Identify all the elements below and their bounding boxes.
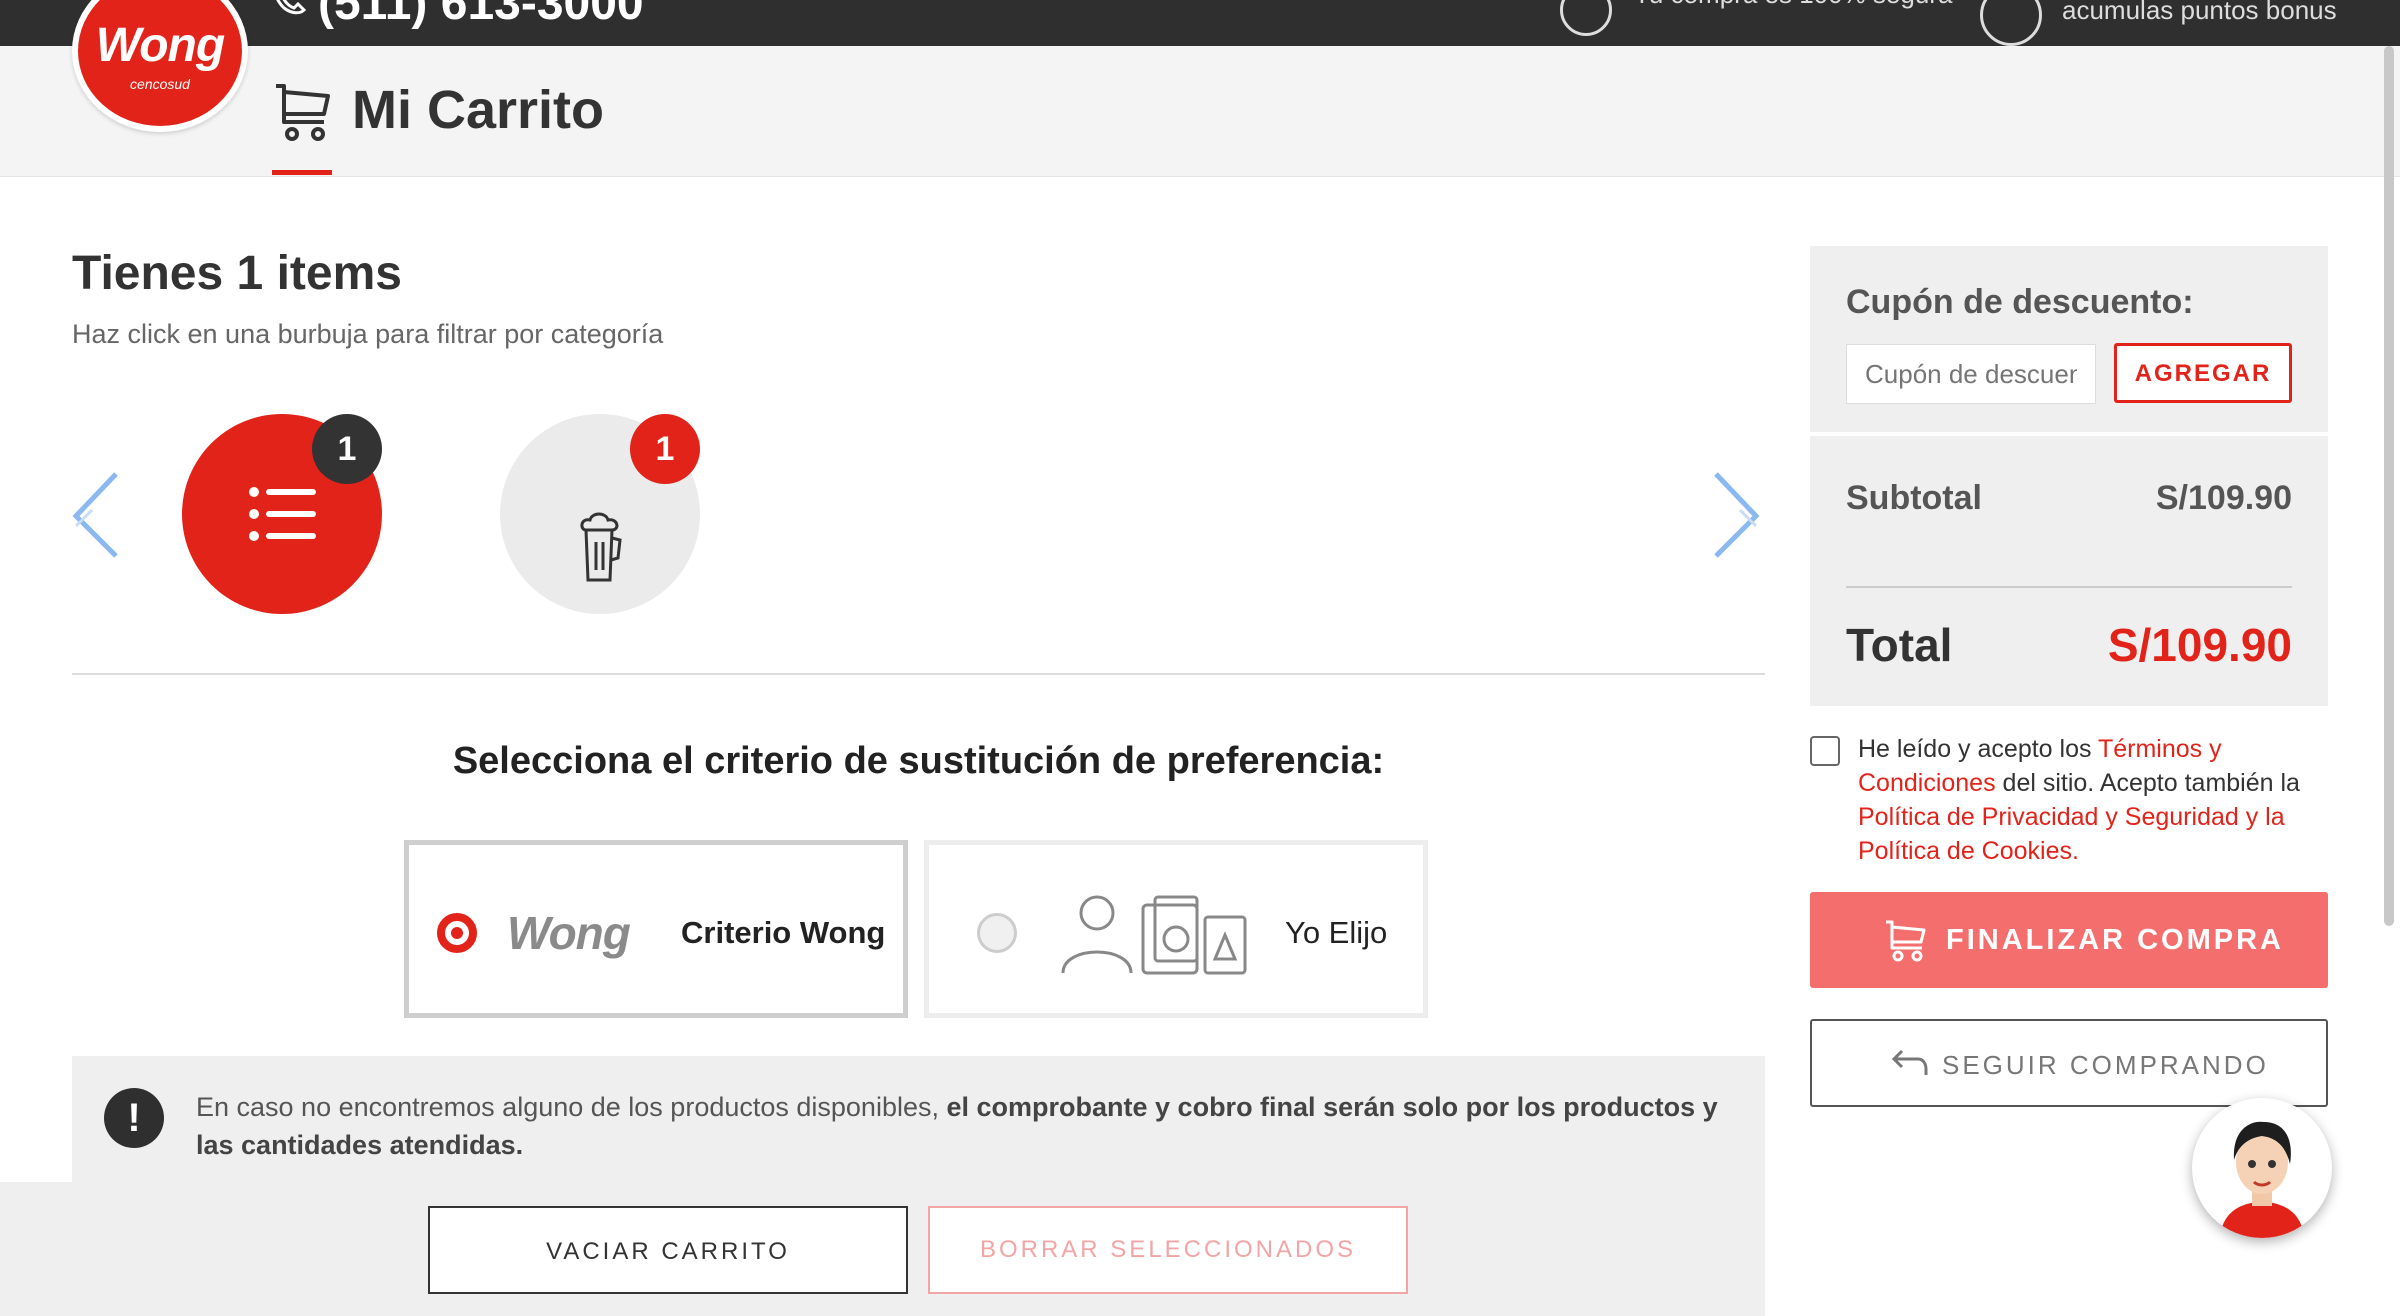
radio-unselected[interactable] [977,913,1017,953]
add-coupon-button[interactable]: AGREGAR [2114,343,2292,403]
bonus-points-text: acumulas puntos bonus [2062,0,2337,25]
exclamation-icon: ! [104,1088,164,1148]
top-bar: (511) 613-3000 Tu compra es 100% segura … [0,0,2400,46]
chat-assistant-avatar[interactable] [2192,1098,2332,1238]
terms-text: He leído y acepto los Términos y Condici… [1858,735,2300,865]
logo-brand: Wong [95,19,225,72]
substitution-option-wong[interactable]: Wong Criterio Wong [404,840,908,1018]
title-underline [272,170,332,175]
finish-purchase-button[interactable]: FINALIZAR COMPRA [1810,892,2328,988]
substitution-option-user[interactable]: Yo Elijo [924,840,1428,1018]
coupon-panel: Cupón de descuento: AGREGAR [1810,246,2328,432]
category-count-badge: 1 [312,414,382,484]
phone-icon [276,0,307,15]
logo-sub: cencosud [130,76,190,92]
user-products-icon [1061,895,1247,975]
category-count-badge: 1 [630,414,700,484]
phone-number[interactable]: (511) 613-3000 [318,0,644,32]
privacy-link[interactable]: Política de Privacidad y Seguridad y la … [1858,803,2285,865]
delete-selected-button[interactable]: BORRAR SELECCIONADOS [928,1206,1408,1294]
substitution-title: Selecciona el criterio de sustitución de… [452,740,1385,782]
subtotal-value: S/109.90 [2155,479,2292,517]
cart-icon [1886,920,1926,962]
list-icon [249,487,316,541]
option-label: Criterio Wong [681,915,886,950]
beer-icon [580,512,622,582]
info-notice: ! En caso no encontremos alguno de los p… [72,1056,1765,1182]
secure-purchase-text: Tu compra es 100% segura [1634,0,1952,10]
chevron-left-icon[interactable] [70,470,120,560]
assistant-icon [2198,1104,2326,1238]
star-icon [1980,0,2042,46]
page-title: Mi Carrito [352,80,605,140]
radio-selected[interactable] [437,913,477,953]
finish-purchase-label: FINALIZAR COMPRA [1946,924,2284,956]
shield-icon [1560,0,1612,36]
total-label: Total [1846,619,1953,671]
total-value: S/109.90 [2107,619,2292,671]
items-subtitle: Haz click en una burbuja para filtrar po… [72,319,664,349]
continue-shopping-label: SEGUIR COMPRANDO [1942,1050,2269,1080]
chevron-right-icon[interactable] [1712,470,1762,560]
info-text: En caso no encontremos alguno de los pro… [196,1092,1718,1160]
subtotal-label: Subtotal [1846,479,1982,517]
section-divider [72,673,1765,675]
coupon-input[interactable] [1846,344,2096,404]
empty-cart-button[interactable]: VACIAR CARRITO [428,1206,908,1294]
terms-checkbox[interactable] [1810,736,1840,766]
cart-icon [276,84,330,141]
order-summary: Subtotal S/109.90 Total S/109.90 [1810,436,2328,706]
coupon-title: Cupón de descuento: [1846,283,2194,321]
return-arrow-icon [1892,1049,1928,1075]
items-count-title: Tienes 1 items [72,247,402,300]
continue-shopping-button[interactable]: SEGUIR COMPRANDO [1810,1019,2328,1107]
option-label: Yo Elijo [1285,915,1388,950]
summary-divider [1846,586,2292,588]
scrollbar[interactable] [2384,46,2394,926]
wong-logo-small: Wong [507,907,631,959]
